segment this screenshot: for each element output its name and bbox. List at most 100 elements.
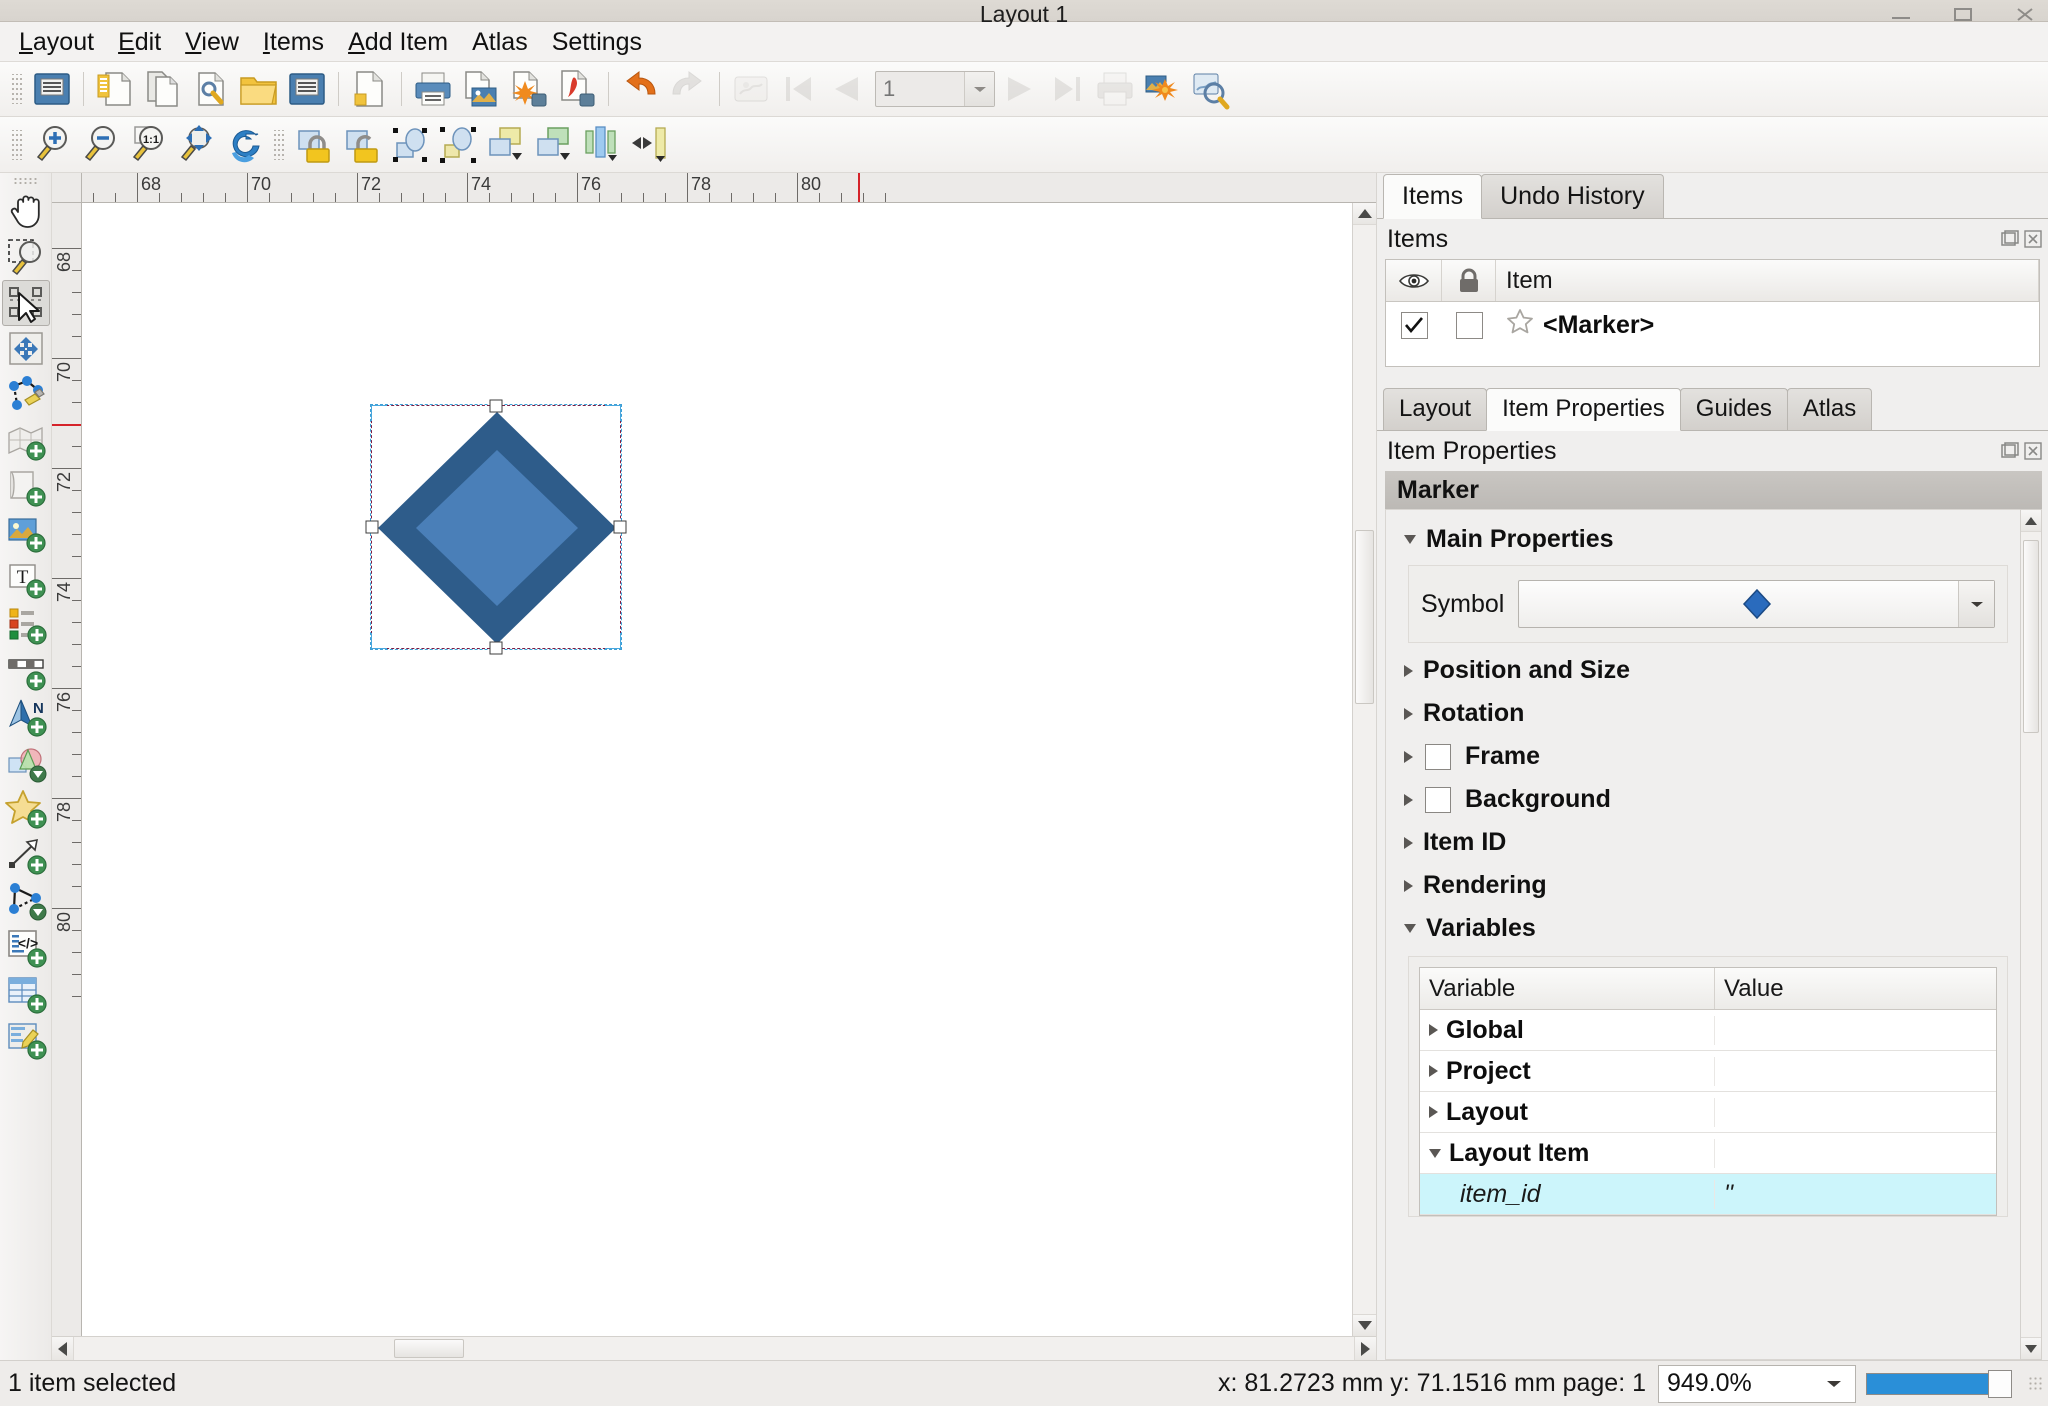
zoom-actual-icon[interactable]: 1:1 (124, 121, 172, 169)
save-project-icon[interactable] (28, 65, 76, 113)
lower-items-icon[interactable] (530, 121, 578, 169)
atlas-preview-icon[interactable] (727, 65, 775, 113)
unlock-items-icon[interactable] (338, 121, 386, 169)
menu-atlas[interactable]: Atlas (461, 25, 539, 59)
tab-item-properties[interactable]: Item Properties (1486, 388, 1681, 431)
vscroll-thumb[interactable] (1355, 530, 1374, 704)
print-icon[interactable] (409, 65, 457, 113)
section-variables[interactable]: Variables (1386, 907, 2020, 950)
atlas-export-image-icon[interactable] (1139, 65, 1187, 113)
add-arrow-icon[interactable] (2, 832, 50, 878)
new-layout-icon[interactable] (91, 65, 139, 113)
move-item-content-icon[interactable] (2, 326, 50, 372)
add-legend-icon[interactable] (2, 602, 50, 648)
canvas-vertical-scrollbar[interactable] (1352, 203, 1376, 1336)
close-dock-icon-2[interactable] (2024, 442, 2042, 460)
hscroll-thumb[interactable] (394, 1339, 464, 1358)
section-main-properties[interactable]: Main Properties (1386, 518, 2020, 561)
items-list-table[interactable]: Item (1385, 259, 2040, 367)
symbol-combo-arrow[interactable] (1958, 581, 1994, 627)
tab-undo-history[interactable]: Undo History (1481, 174, 1664, 218)
add-html-icon[interactable]: </> (2, 924, 50, 970)
redo-icon[interactable] (664, 65, 712, 113)
menu-add-item[interactable]: Add Item (337, 25, 459, 59)
atlas-prev-icon[interactable] (823, 65, 871, 113)
add-3d-map-icon[interactable] (2, 464, 50, 510)
menu-layout[interactable]: Layout (8, 25, 105, 59)
zoom-level-combo[interactable]: 949.0% (1658, 1365, 1856, 1403)
variable-group-project[interactable]: Project (1420, 1057, 1715, 1086)
props-scroll-track[interactable] (2021, 532, 2041, 1337)
table-row[interactable]: Global (1420, 1010, 1996, 1051)
scroll-down-icon[interactable] (1353, 1314, 1376, 1336)
row-item-name[interactable]: <Marker> (1496, 308, 2039, 343)
horizontal-ruler[interactable]: 68707274767880 (82, 173, 1376, 203)
duplicate-layout-icon[interactable] (139, 65, 187, 113)
atlas-page-dropdown[interactable] (964, 72, 994, 106)
table-row[interactable]: <Marker> (1386, 302, 2039, 348)
symbol-selector-combo[interactable] (1518, 580, 1995, 628)
tab-items[interactable]: Items (1383, 174, 1482, 219)
table-row[interactable]: item_id '' (1420, 1174, 1996, 1215)
zoom-slider-thumb[interactable] (1988, 1370, 2012, 1398)
toolbar-grip[interactable] (12, 74, 22, 104)
align-items-icon[interactable] (578, 121, 626, 169)
menu-items[interactable]: Items (252, 25, 335, 59)
atlas-page-input[interactable] (875, 71, 995, 107)
atlas-first-icon[interactable] (775, 65, 823, 113)
variable-group-global[interactable]: Global (1420, 1016, 1715, 1045)
layout-page-canvas[interactable] (82, 203, 1352, 1336)
frame-checkbox[interactable] (1425, 744, 1451, 770)
distribute-items-icon[interactable] (626, 121, 674, 169)
select-all-icon[interactable] (386, 121, 434, 169)
add-north-arrow-icon[interactable]: N (2, 694, 50, 740)
props-scroll-up-icon[interactable] (2021, 510, 2041, 532)
toolbox-grip[interactable] (13, 177, 39, 185)
background-checkbox[interactable] (1425, 787, 1451, 813)
add-attribute-table-icon[interactable] (2, 970, 50, 1016)
add-node-item-icon[interactable] (2, 878, 50, 924)
tab-guides[interactable]: Guides (1680, 388, 1788, 430)
add-manual-table-icon[interactable] (2, 1016, 50, 1062)
maximize-icon[interactable] (1950, 7, 1976, 21)
selected-marker-item[interactable] (371, 405, 621, 649)
section-item-id[interactable]: Item ID (1386, 821, 2020, 864)
atlas-print-icon[interactable] (1091, 65, 1139, 113)
minimize-icon[interactable] (1888, 7, 1914, 21)
variable-group-layout[interactable]: Layout (1420, 1098, 1715, 1127)
zoom-slider[interactable] (1866, 1370, 2012, 1398)
props-scroll-thumb[interactable] (2023, 540, 2039, 733)
select-move-item-icon[interactable] (2, 280, 50, 326)
section-background[interactable]: Background (1386, 778, 2020, 821)
scroll-left-icon[interactable] (52, 1337, 74, 1360)
zoom-full-icon[interactable] (172, 121, 220, 169)
undo-icon[interactable] (616, 65, 664, 113)
row-visibility-checkbox[interactable] (1386, 312, 1442, 339)
table-row[interactable]: Layout (1420, 1092, 1996, 1133)
tab-atlas[interactable]: Atlas (1787, 388, 1872, 430)
resize-handle-right[interactable] (614, 521, 627, 534)
atlas-next-icon[interactable] (995, 65, 1043, 113)
save-template-icon[interactable] (283, 65, 331, 113)
resize-handle-bottom[interactable] (490, 642, 503, 655)
add-scalebar-icon[interactable] (2, 648, 50, 694)
section-rotation[interactable]: Rotation (1386, 692, 2020, 735)
close-dock-icon[interactable] (2024, 230, 2042, 248)
close-icon[interactable] (2012, 7, 2038, 21)
menu-settings[interactable]: Settings (541, 25, 653, 59)
float-dock-icon[interactable] (2001, 230, 2019, 248)
scroll-up-icon[interactable] (1353, 203, 1376, 225)
atlas-last-icon[interactable] (1043, 65, 1091, 113)
scroll-right-icon[interactable] (1354, 1337, 1376, 1360)
table-row[interactable]: Layout Item (1420, 1133, 1996, 1174)
layout-manager-icon[interactable] (187, 65, 235, 113)
add-marker-icon[interactable] (2, 786, 50, 832)
add-picture-icon[interactable] (2, 510, 50, 556)
zoom-tool-icon[interactable] (2, 234, 50, 280)
pan-tool-icon[interactable] (2, 188, 50, 234)
open-template-icon[interactable] (235, 65, 283, 113)
atlas-settings-icon[interactable] (1187, 65, 1235, 113)
resize-handle-left[interactable] (366, 521, 379, 534)
resize-grip[interactable] (2028, 1376, 2044, 1392)
section-position-and-size[interactable]: Position and Size (1386, 649, 2020, 692)
